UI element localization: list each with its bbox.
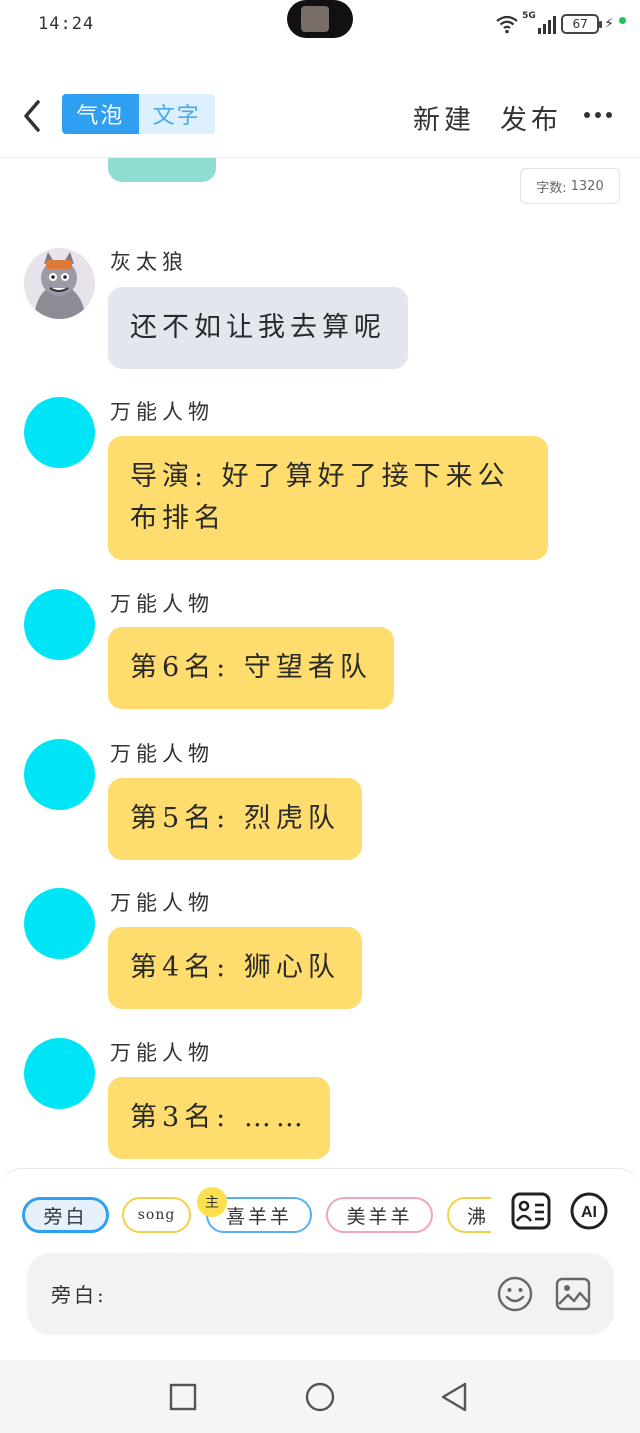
smiley-icon[interactable] xyxy=(496,1275,534,1313)
tab-text[interactable]: 文字 xyxy=(138,94,215,134)
message-input[interactable]: 旁白: xyxy=(27,1253,614,1335)
avatar[interactable] xyxy=(24,248,95,319)
wifi-icon xyxy=(496,15,518,34)
avatar[interactable] xyxy=(24,589,95,660)
role-chip-song[interactable]: song xyxy=(122,1197,191,1233)
avatar[interactable] xyxy=(24,739,95,810)
chevron-left-icon[interactable] xyxy=(18,96,48,136)
more-horizontal-icon[interactable] xyxy=(584,112,612,118)
home-icon[interactable] xyxy=(303,1380,337,1414)
privacy-indicator-dot xyxy=(619,16,626,24)
avatar[interactable] xyxy=(24,888,95,959)
sender-name: 万能人物 xyxy=(110,891,214,915)
avatar[interactable] xyxy=(24,397,95,468)
message-bubble[interactable]: 对啊 xyxy=(108,158,216,182)
battery-icon: 67 xyxy=(561,14,603,34)
message-bubble[interactable]: 导演: 好了算好了接下来公布排名 xyxy=(108,436,548,560)
sender-name: 万能人物 xyxy=(110,400,214,424)
recent-apps-icon[interactable] xyxy=(166,1380,200,1414)
wolf-avatar-icon xyxy=(24,248,95,319)
new-button[interactable]: 新建 xyxy=(413,98,475,137)
input-panel: 旁白 song 主 喜羊羊 美羊羊 沸 AI 旁白: xyxy=(0,1168,640,1358)
word-count-badge: 字数: 1320 xyxy=(520,168,620,204)
status-time: 14:24 xyxy=(38,14,95,34)
role-chip-narrator[interactable]: 旁白 xyxy=(22,1197,109,1233)
tab-bubble[interactable]: 气泡 xyxy=(62,94,139,134)
role-chip-partial[interactable]: 沸 xyxy=(447,1197,491,1233)
contact-card-icon[interactable] xyxy=(510,1191,552,1231)
battery-level: 67 xyxy=(572,17,588,31)
main-role-badge: 主 xyxy=(197,1187,227,1217)
sender-name: 万能人物 xyxy=(110,1041,214,1065)
message-bubble[interactable]: 还不如让我去算呢 xyxy=(108,287,408,369)
publish-button[interactable]: 发布 xyxy=(500,98,562,137)
word-count-value: 1320 xyxy=(570,178,604,194)
role-chip-meiyangyang[interactable]: 美羊羊 xyxy=(326,1197,433,1233)
chat-message-list[interactable]: 对啊 字数: 1320 灰太狼 还不如让我去算呢 万能人物 导演: 好了算好了 xyxy=(0,158,640,1168)
message-bubble[interactable]: 第3名: …… xyxy=(108,1077,330,1159)
display-mode-toggle: 气泡 文字 xyxy=(62,94,215,134)
input-role-prefix: 旁白: xyxy=(51,1283,107,1307)
ai-assistant-icon[interactable]: AI xyxy=(568,1191,610,1231)
camera-cutout xyxy=(287,0,353,38)
message-bubble[interactable]: 第5名: 烈虎队 xyxy=(108,778,362,860)
network-type: 5G xyxy=(522,11,536,21)
charging-icon: ⚡ xyxy=(604,16,614,32)
word-count-label: 字数: xyxy=(536,180,567,196)
system-navigation-bar xyxy=(0,1360,640,1433)
message-bubble[interactable]: 第4名: 狮心队 xyxy=(108,927,362,1009)
sender-name: 万能人物 xyxy=(110,742,214,766)
back-triangle-icon[interactable] xyxy=(437,1380,471,1414)
sender-name: 万能人物 xyxy=(110,592,214,616)
top-header: 气泡 文字 新建 发布 xyxy=(0,80,640,158)
status-bar: 14:24 5G 67 ⚡ xyxy=(0,0,640,56)
avatar[interactable] xyxy=(24,1038,95,1109)
cellular-signal-icon: 5G xyxy=(522,11,557,34)
ai-label: AI xyxy=(581,1204,597,1221)
sender-name: 灰太狼 xyxy=(110,250,188,274)
message-bubble[interactable]: 第6名: 守望者队 xyxy=(108,627,394,709)
image-icon[interactable] xyxy=(554,1275,592,1313)
role-chip-label: song xyxy=(137,1207,176,1223)
status-indicators: 5G 67 ⚡ xyxy=(495,11,626,36)
